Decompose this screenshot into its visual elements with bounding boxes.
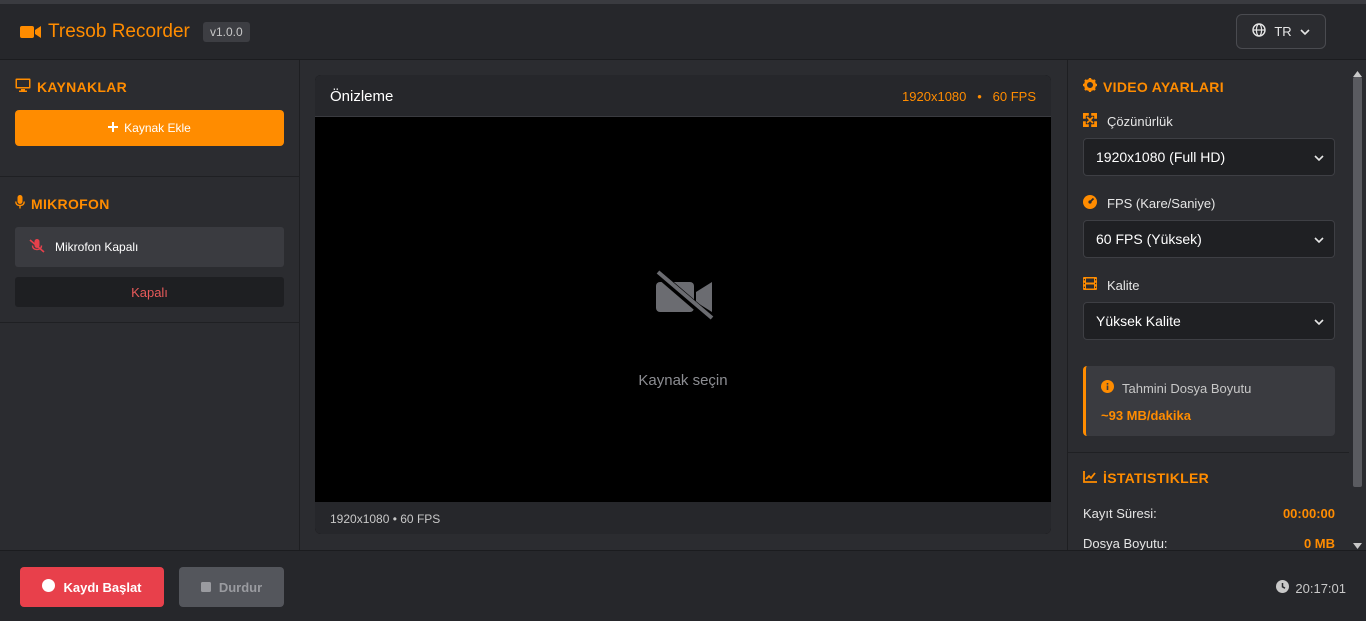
- language-selector[interactable]: TR: [1236, 14, 1326, 49]
- microphone-section-title: MIKROFON: [15, 195, 110, 212]
- clock: 20:17:01: [1276, 580, 1346, 596]
- microphone-icon: [15, 195, 25, 212]
- divider: [0, 322, 300, 323]
- app-footer: Kaydı Başlat Durdur 20:17:01: [0, 550, 1366, 621]
- stat-file-size: Dosya Boyutu: 0 MB: [1083, 536, 1335, 550]
- fps-select[interactable]: 60 FPS (Yüksek): [1083, 220, 1335, 258]
- microphone-state-toggle[interactable]: Kapalı: [15, 277, 284, 307]
- preview-title: Önizleme: [330, 88, 394, 105]
- monitor-icon: [15, 78, 31, 95]
- divider: [0, 176, 300, 177]
- statistics-title: İSTATISTIKLER: [1083, 470, 1209, 486]
- divider: [1068, 452, 1349, 453]
- plus-icon: [108, 121, 119, 135]
- right-scrollbar[interactable]: [1349, 60, 1366, 550]
- expand-icon: [1082, 112, 1098, 130]
- resolution-label: Çözünürlük: [1082, 112, 1173, 130]
- estimate-info-box: Tahmini Dosya Boyutu ~93 MB/dakika: [1083, 366, 1335, 436]
- preview-footer: 1920x1080 • 60 FPS: [315, 502, 1051, 534]
- language-label: TR: [1274, 24, 1292, 39]
- globe-icon: [1252, 23, 1267, 40]
- preview-placeholder: Kaynak seçin: [638, 372, 728, 389]
- preview-footer-info: 1920x1080 • 60 FPS: [330, 512, 441, 526]
- preview-canvas: Kaynak seçin: [315, 117, 1051, 502]
- stop-icon: [200, 580, 211, 595]
- app-title: Tresob Recorder: [48, 21, 190, 42]
- speedometer-icon: [1083, 195, 1097, 212]
- info-icon: [1101, 380, 1114, 396]
- chevron-down-icon: [1314, 151, 1324, 167]
- clock-time: 20:17:01: [1295, 580, 1346, 596]
- scrollbar-track[interactable]: [1351, 77, 1364, 547]
- estimate-value: ~93 MB/dakika: [1101, 408, 1191, 423]
- film-icon: [1083, 277, 1097, 293]
- fps-label: FPS (Kare/Saniye): [1083, 195, 1215, 212]
- quality-label: Kalite: [1083, 277, 1140, 293]
- video-off-icon: [653, 268, 715, 327]
- estimate-title: Tahmini Dosya Boyutu: [1101, 380, 1251, 396]
- stat-duration: Kayıt Süresi: 00:00:00: [1083, 506, 1335, 521]
- chevron-down-icon: [1314, 315, 1324, 331]
- video-camera-icon: [20, 24, 42, 40]
- preview-header: Önizleme 1920x1080 • 60 FPS: [315, 75, 1051, 117]
- chart-line-icon: [1083, 470, 1097, 486]
- chevron-down-icon: [1300, 24, 1310, 39]
- brand: Tresob Recorder: [20, 21, 190, 43]
- quality-select[interactable]: Yüksek Kalite: [1083, 302, 1335, 340]
- add-source-button[interactable]: Kaynak Ekle: [15, 110, 284, 146]
- gear-icon: [1083, 78, 1097, 95]
- left-sidebar: KAYNAKLAR Kaynak Ekle MIKROFON Mikrofon …: [0, 60, 300, 550]
- preview-meta: 1920x1080 • 60 FPS: [902, 89, 1036, 104]
- microphone-muted-icon: [29, 238, 45, 256]
- stop-button[interactable]: Durdur: [179, 567, 284, 607]
- version-badge: v1.0.0: [203, 22, 250, 42]
- record-dot-icon: [42, 579, 56, 595]
- preview-fps: 60 FPS: [992, 89, 1036, 104]
- preview-resolution: 1920x1080: [902, 89, 967, 104]
- preview-panel: Önizleme 1920x1080 • 60 FPS Kaynak seçin…: [315, 75, 1051, 534]
- chevron-down-icon: [1314, 233, 1324, 249]
- microphone-device-label: Mikrofon Kapalı: [55, 240, 139, 254]
- start-recording-button[interactable]: Kaydı Başlat: [20, 567, 164, 607]
- resolution-select[interactable]: 1920x1080 (Full HD): [1083, 138, 1335, 176]
- video-settings-title: VIDEO AYARLARI: [1083, 78, 1224, 95]
- right-sidebar: VIDEO AYARLARI Çözünürlük 1920x1080 (Ful…: [1067, 60, 1349, 550]
- clock-icon: [1276, 580, 1290, 596]
- preview-separator: •: [977, 89, 982, 104]
- sources-section-title: KAYNAKLAR: [15, 78, 127, 95]
- microphone-device[interactable]: Mikrofon Kapalı: [15, 227, 284, 267]
- app-header: Tresob Recorder v1.0.0 TR: [0, 0, 1366, 60]
- scrollbar-thumb[interactable]: [1353, 77, 1362, 487]
